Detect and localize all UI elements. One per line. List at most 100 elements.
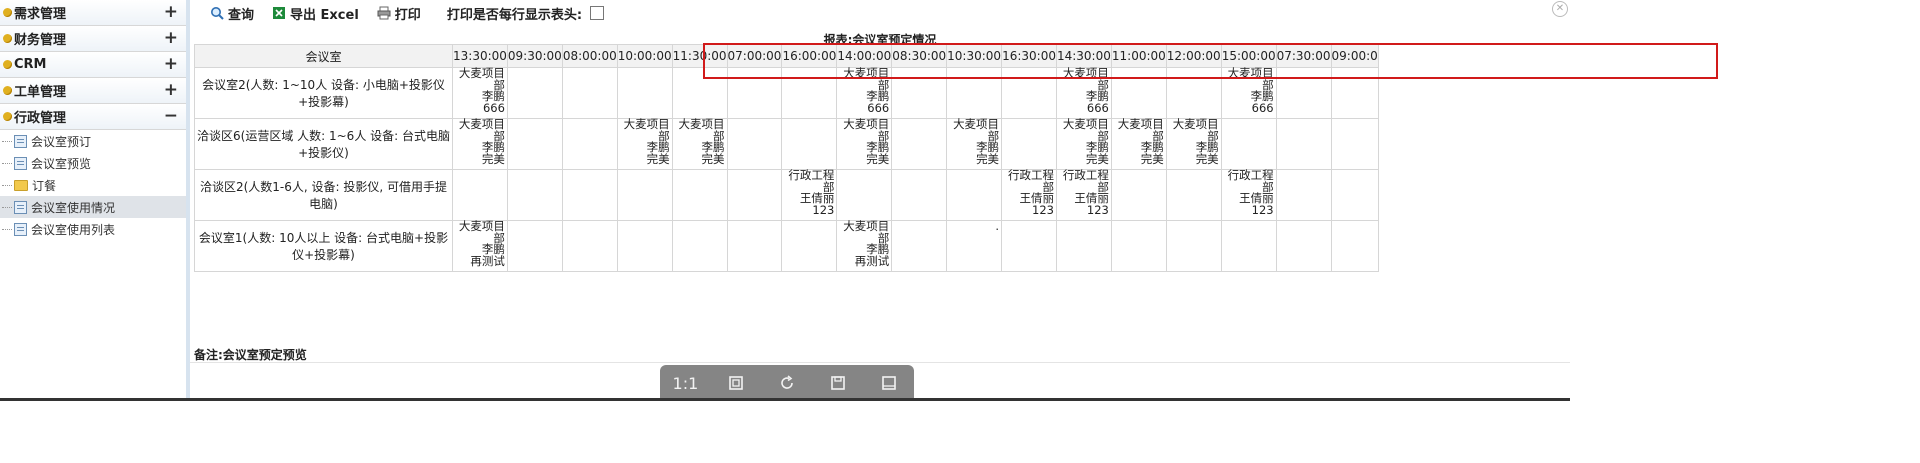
booking-cell[interactable] bbox=[506, 220, 563, 272]
booking-cell[interactable] bbox=[1165, 169, 1222, 221]
save-button[interactable] bbox=[821, 369, 855, 397]
query-button[interactable]: 查询 bbox=[210, 4, 254, 23]
booking-cell[interactable]: 行政工程部王倩丽 123 bbox=[781, 169, 838, 221]
booking-cell[interactable] bbox=[1165, 67, 1222, 119]
expand-toggle-icon[interactable]: + bbox=[164, 54, 178, 74]
booking-cell[interactable] bbox=[671, 67, 728, 119]
booking-cell[interactable] bbox=[1001, 220, 1057, 272]
booking-cell[interactable] bbox=[1110, 169, 1167, 221]
sidebar-menu-2[interactable]: CRM + bbox=[0, 52, 186, 78]
booking-cell[interactable]: 大麦项目部李鹏 666 bbox=[1220, 67, 1277, 119]
booking-cell[interactable]: . bbox=[946, 220, 1003, 272]
booking-cell[interactable] bbox=[726, 67, 783, 119]
booking-cell[interactable]: 大麦项目部李鹏 完美 bbox=[616, 118, 673, 170]
export-excel-label: 导出 Excel bbox=[290, 7, 359, 23]
booking-cell[interactable]: 大麦项目部李鹏 完美 bbox=[946, 118, 1003, 170]
booking-line: 123 bbox=[812, 202, 835, 217]
booking-line: 再测试 bbox=[470, 253, 505, 268]
expand-toggle-icon[interactable]: + bbox=[164, 2, 178, 22]
sidebar-subitem-3[interactable]: 会议室使用情况 bbox=[0, 196, 186, 218]
sidebar-menu-4[interactable]: 行政管理 − bbox=[0, 104, 186, 130]
sidebar-menu-3[interactable]: 工单管理 + bbox=[0, 78, 186, 104]
booking-cell[interactable] bbox=[506, 169, 563, 221]
menu-label: 工单管理 bbox=[14, 85, 67, 100]
booking-cell[interactable] bbox=[891, 118, 948, 170]
expand-toggle-icon[interactable]: + bbox=[164, 28, 178, 48]
fit-screen-button[interactable] bbox=[719, 369, 753, 397]
booking-cell[interactable] bbox=[671, 220, 728, 272]
booking-cell[interactable] bbox=[781, 67, 838, 119]
booking-cell[interactable] bbox=[1001, 118, 1057, 170]
booking-cell[interactable]: 行政工程部王倩丽 123 bbox=[1055, 169, 1112, 221]
booking-cell[interactable] bbox=[1275, 118, 1332, 170]
booking-cell[interactable] bbox=[616, 67, 673, 119]
booking-cell[interactable] bbox=[671, 169, 728, 221]
sidebar-subitem-2[interactable]: 订餐 bbox=[0, 174, 186, 196]
sidebar-subitem-1[interactable]: 会议室预览 bbox=[0, 152, 186, 174]
booking-cell[interactable] bbox=[561, 220, 618, 272]
booking-cell[interactable] bbox=[1330, 169, 1379, 221]
booking-cell[interactable] bbox=[1110, 220, 1167, 272]
booking-cell[interactable]: 大麦项目部李鹏 完美 bbox=[671, 118, 728, 170]
print-button[interactable]: 打印 bbox=[377, 4, 421, 23]
booking-cell[interactable] bbox=[561, 67, 618, 119]
more-button[interactable] bbox=[872, 369, 906, 397]
booking-cell[interactable]: 大麦项目部李鹏 完美 bbox=[1165, 118, 1222, 170]
expand-toggle-icon[interactable]: − bbox=[164, 106, 178, 126]
booking-cell[interactable]: 大麦项目部李鹏 再测试 bbox=[452, 220, 508, 272]
booking-cell[interactable] bbox=[1275, 67, 1332, 119]
time-column-header: 11:30:00 bbox=[671, 44, 728, 68]
booking-cell[interactable]: 大麦项目部李鹏 666 bbox=[452, 67, 508, 119]
booking-cell[interactable]: 大麦项目部李鹏 完美 bbox=[452, 118, 508, 170]
actual-size-button[interactable]: 1:1 bbox=[668, 369, 702, 397]
sidebar-subitem-0[interactable]: 会议室预订 bbox=[0, 130, 186, 152]
booking-cell[interactable] bbox=[781, 220, 838, 272]
booking-cell[interactable] bbox=[561, 118, 618, 170]
booking-cell[interactable] bbox=[1001, 67, 1057, 119]
booking-cell[interactable] bbox=[1275, 220, 1332, 272]
booking-cell[interactable] bbox=[781, 118, 838, 170]
booking-line: 123 bbox=[1251, 202, 1274, 217]
booking-cell[interactable] bbox=[506, 67, 563, 119]
close-icon[interactable]: ✕ bbox=[1552, 1, 1568, 17]
booking-cell[interactable]: 大麦项目部李鹏 666 bbox=[1055, 67, 1112, 119]
booking-cell[interactable] bbox=[891, 220, 948, 272]
booking-cell[interactable] bbox=[1330, 118, 1379, 170]
booking-cell[interactable] bbox=[1275, 169, 1332, 221]
booking-cell[interactable] bbox=[1220, 220, 1277, 272]
booking-cell[interactable] bbox=[726, 118, 783, 170]
export-excel-button[interactable]: 导出 Excel bbox=[272, 4, 359, 23]
booking-cell[interactable] bbox=[616, 220, 673, 272]
sidebar-menu-1[interactable]: 财务管理 + bbox=[0, 26, 186, 52]
booking-cell[interactable] bbox=[1110, 67, 1167, 119]
print-header-checkbox[interactable] bbox=[590, 6, 605, 20]
booking-cell[interactable] bbox=[726, 220, 783, 272]
booking-cell[interactable] bbox=[452, 169, 508, 221]
booking-cell[interactable] bbox=[1220, 118, 1277, 170]
booking-cell[interactable] bbox=[616, 169, 673, 221]
booking-cell[interactable] bbox=[836, 169, 893, 221]
booking-cell[interactable] bbox=[726, 169, 783, 221]
booking-cell[interactable] bbox=[1165, 220, 1222, 272]
booking-cell[interactable]: 大麦项目部李鹏 666 bbox=[836, 67, 893, 119]
booking-cell[interactable]: 大麦项目部李鹏 完美 bbox=[1055, 118, 1112, 170]
booking-cell[interactable] bbox=[1055, 220, 1112, 272]
booking-cell[interactable] bbox=[946, 67, 1003, 119]
booking-cell[interactable] bbox=[506, 118, 563, 170]
tree-line bbox=[2, 206, 12, 208]
booking-cell[interactable] bbox=[946, 169, 1003, 221]
booking-cell[interactable]: 大麦项目部李鹏 再测试 bbox=[836, 220, 893, 272]
booking-cell[interactable] bbox=[891, 67, 948, 119]
rotate-button[interactable] bbox=[770, 369, 804, 397]
booking-cell[interactable]: 行政工程部王倩丽 123 bbox=[1001, 169, 1057, 221]
booking-cell[interactable]: 行政工程部王倩丽 123 bbox=[1220, 169, 1277, 221]
booking-cell[interactable] bbox=[561, 169, 618, 221]
sidebar-subitem-4[interactable]: 会议室使用列表 bbox=[0, 218, 186, 240]
sidebar-menu-0[interactable]: 需求管理 + bbox=[0, 0, 186, 26]
booking-cell[interactable] bbox=[1330, 67, 1379, 119]
booking-cell[interactable] bbox=[891, 169, 948, 221]
booking-cell[interactable] bbox=[1330, 220, 1379, 272]
expand-toggle-icon[interactable]: + bbox=[164, 80, 178, 100]
booking-cell[interactable]: 大麦项目部李鹏 完美 bbox=[1110, 118, 1167, 170]
booking-cell[interactable]: 大麦项目部李鹏 完美 bbox=[836, 118, 893, 170]
